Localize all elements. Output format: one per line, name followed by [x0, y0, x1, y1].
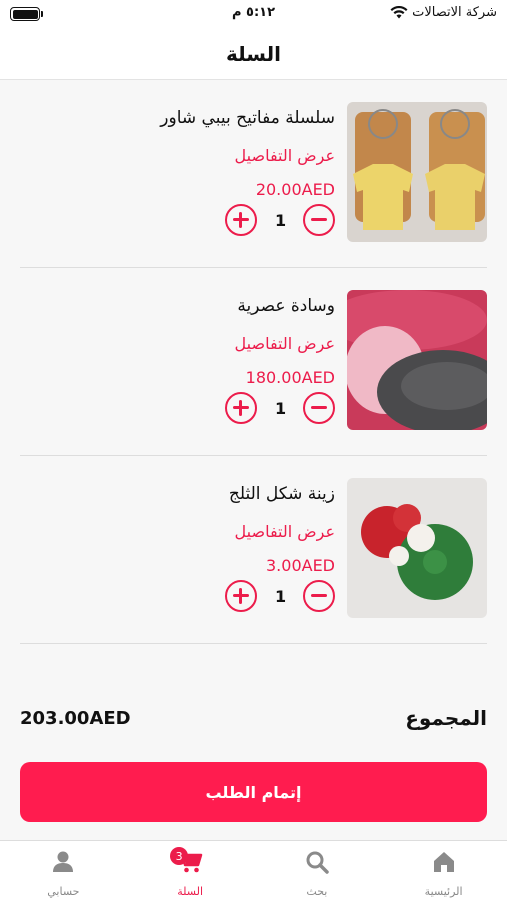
- quantity-stepper: 1: [225, 392, 335, 424]
- total-row: المجموع 203.00AED: [20, 706, 487, 736]
- checkout-button[interactable]: إتمام الطلب: [20, 762, 487, 822]
- home-icon: [433, 852, 454, 872]
- quantity-value: 1: [275, 586, 287, 606]
- product-name: وسادة عصرية: [237, 296, 335, 316]
- tab-account[interactable]: حسابي: [0, 841, 127, 900]
- tab-account-label: حسابي: [47, 885, 80, 898]
- pillow-image: [347, 290, 487, 430]
- quantity-value: 1: [275, 398, 287, 418]
- quantity-stepper: 1: [225, 580, 335, 612]
- minus-icon: [311, 218, 327, 221]
- tab-home-label: الرئيسية: [424, 885, 463, 898]
- carrier-name: شركة الاتصالات: [412, 5, 497, 20]
- tab-search-label: بحث: [306, 885, 328, 898]
- product-image-keychain[interactable]: [347, 102, 487, 242]
- product-price: 3.00AED: [266, 556, 335, 575]
- product-info: وسادة عصرية عرض التفاصيل 180.00AED: [135, 294, 335, 387]
- increase-button[interactable]: [225, 204, 257, 236]
- wifi-icon: [390, 6, 408, 19]
- quantity-value: 1: [275, 210, 287, 230]
- view-details-link[interactable]: عرض التفاصيل: [135, 522, 335, 546]
- product-image-snowflake[interactable]: [347, 478, 487, 618]
- product-price: 20.00AED: [255, 180, 335, 199]
- cart-list: سلسلة مفاتيح بيبي شاور عرض التفاصيل 20.0…: [0, 80, 507, 644]
- product-name: زينة شكل الثلج: [228, 484, 335, 504]
- decrease-button[interactable]: [303, 392, 335, 424]
- cart-item: سلسلة مفاتيح بيبي شاور عرض التفاصيل 20.0…: [20, 80, 487, 268]
- tab-cart[interactable]: 3 السلة: [127, 841, 254, 900]
- product-name: سلسلة مفاتيح بيبي شاور: [160, 108, 335, 128]
- snowflake-image: [347, 478, 487, 618]
- tab-search[interactable]: بحث: [254, 841, 381, 900]
- product-info: زينة شكل الثلج عرض التفاصيل 3.00AED: [135, 482, 335, 575]
- total-label: المجموع: [405, 706, 487, 730]
- view-details-link[interactable]: عرض التفاصيل: [135, 334, 335, 358]
- product-price: 180.00AED: [245, 368, 335, 387]
- view-details-link[interactable]: عرض التفاصيل: [135, 146, 335, 170]
- decrease-button[interactable]: [303, 204, 335, 236]
- increase-button[interactable]: [225, 580, 257, 612]
- header: السلة: [0, 28, 507, 80]
- minus-icon: [311, 406, 327, 409]
- cart-item: زينة شكل الثلج عرض التفاصيل 3.00AED 1: [20, 456, 487, 644]
- cart-count-badge: 3: [170, 847, 189, 865]
- cart-item: وسادة عصرية عرض التفاصيل 180.00AED 1: [20, 268, 487, 456]
- search-icon: [306, 851, 329, 874]
- increase-button[interactable]: [225, 392, 257, 424]
- decrease-button[interactable]: [303, 580, 335, 612]
- battery-icon: [10, 7, 43, 21]
- total-amount: 203.00AED: [20, 708, 131, 729]
- product-image-pillow[interactable]: [347, 290, 487, 430]
- carrier: شركة الاتصالات: [390, 5, 497, 20]
- tab-cart-label: السلة: [177, 885, 203, 898]
- clock: ٥:١٢ م: [231, 5, 276, 20]
- minus-icon: [311, 594, 327, 597]
- product-info: سلسلة مفاتيح بيبي شاور عرض التفاصيل 20.0…: [135, 106, 335, 199]
- keychain-image: [347, 102, 487, 242]
- tab-bar: الرئيسية بحث 3 السلة حسابي: [0, 840, 507, 900]
- page-title: السلة: [225, 41, 281, 66]
- tab-home[interactable]: الرئيسية: [380, 841, 507, 900]
- quantity-stepper: 1: [225, 204, 335, 236]
- user-icon: [53, 851, 74, 872]
- status-bar: شركة الاتصالات ٥:١٢ م: [0, 0, 507, 28]
